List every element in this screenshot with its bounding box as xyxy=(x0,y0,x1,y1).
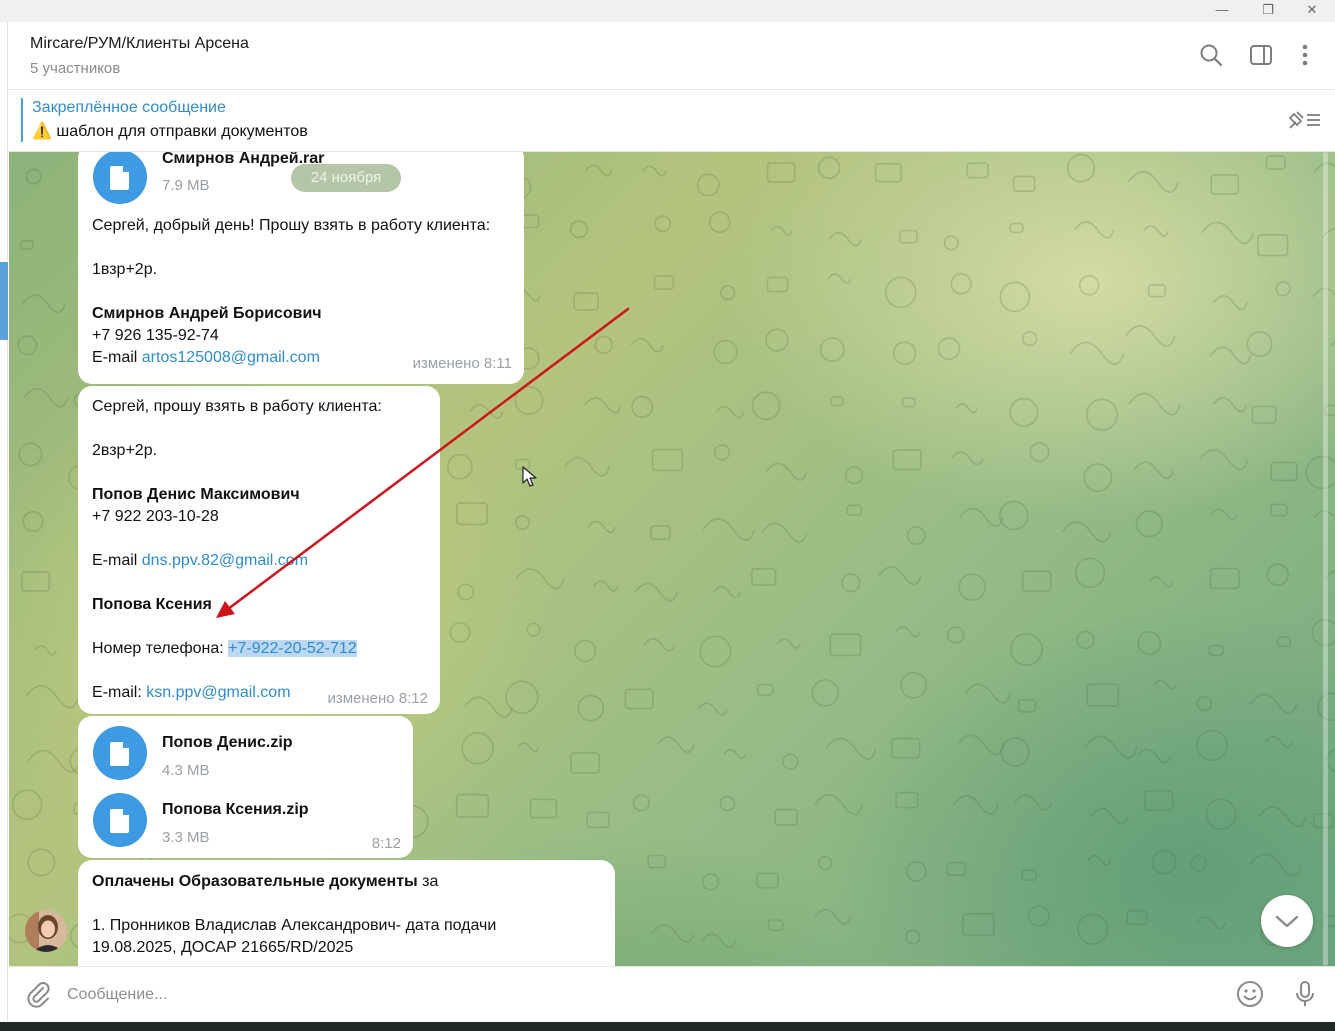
close-icon[interactable]: ✕ xyxy=(1289,0,1335,22)
restore-icon[interactable]: ❐ xyxy=(1245,0,1291,22)
pinned-message-bar[interactable]: Закреплённое сообщение ⚠️ шаблон для отп… xyxy=(9,90,1335,152)
sidebar-toggle-icon[interactable] xyxy=(1248,42,1274,68)
sidebar-selected-indicator xyxy=(0,262,8,340)
pinned-indicator xyxy=(21,98,23,142)
more-vertical-icon[interactable] xyxy=(1292,42,1318,68)
attach-icon[interactable] xyxy=(23,979,53,1009)
annotation-arrow xyxy=(216,307,630,618)
microphone-icon[interactable] xyxy=(1290,979,1320,1009)
chat-area[interactable]: Смирнов Андрей.rar 7.9 MB Сергей, добрый… xyxy=(9,152,1335,966)
minimize-icon[interactable]: — xyxy=(1199,0,1245,22)
emoji-icon[interactable] xyxy=(1235,979,1265,1009)
chat-header[interactable]: Mircare/РУМ/Клиенты Арсена 5 участников xyxy=(9,22,1335,90)
participants-count: 5 участников xyxy=(30,60,121,77)
os-taskbar xyxy=(0,1022,1335,1031)
message-composer[interactable] xyxy=(9,966,1335,1022)
unpin-list-icon[interactable] xyxy=(1287,108,1323,132)
message-input[interactable] xyxy=(65,975,1169,1015)
pinned-text: ⚠️ шаблон для отправки документов xyxy=(32,123,308,140)
window-titlebar: — ❐ ✕ xyxy=(0,0,1335,22)
search-icon[interactable] xyxy=(1198,42,1224,68)
sidebar-edge xyxy=(0,22,8,1031)
pinned-title: Закреплённое сообщение xyxy=(32,99,226,116)
chat-title[interactable]: Mircare/РУМ/Клиенты Арсена xyxy=(30,35,249,53)
mouse-cursor-icon xyxy=(522,466,537,487)
